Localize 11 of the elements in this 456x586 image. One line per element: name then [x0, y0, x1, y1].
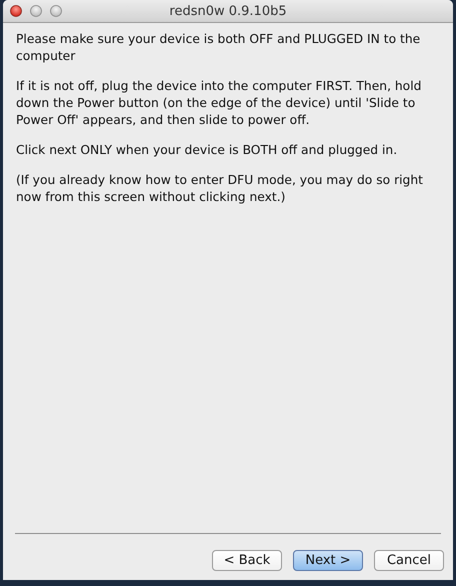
close-icon[interactable] [10, 5, 22, 17]
next-button[interactable]: Next > [293, 550, 363, 571]
instruction-text: If it is not off, plug the device into the computer FIRST. Then, hold down the Power button (on the edge of the device) until 'Slide to Power Off' appears, and then slide to power off. [16, 78, 422, 129]
instruction-text: Click next ONLY when your device is BOTH off and plugged in. [16, 142, 398, 159]
instruction-text: (If you already know how to enter DFU mode, you may do so right now from this screen without clicking next.) [16, 172, 424, 206]
back-button[interactable]: < Back [212, 550, 282, 571]
window-control-icon[interactable] [30, 5, 42, 17]
cancel-button[interactable]: Cancel [374, 550, 444, 571]
instruction-text: Please make sure your device is both OFF and PLUGGED IN to the computer [16, 31, 422, 65]
window-control-icon[interactable] [50, 5, 62, 17]
window-title: redsn0w 0.9.10b5 [169, 4, 287, 18]
